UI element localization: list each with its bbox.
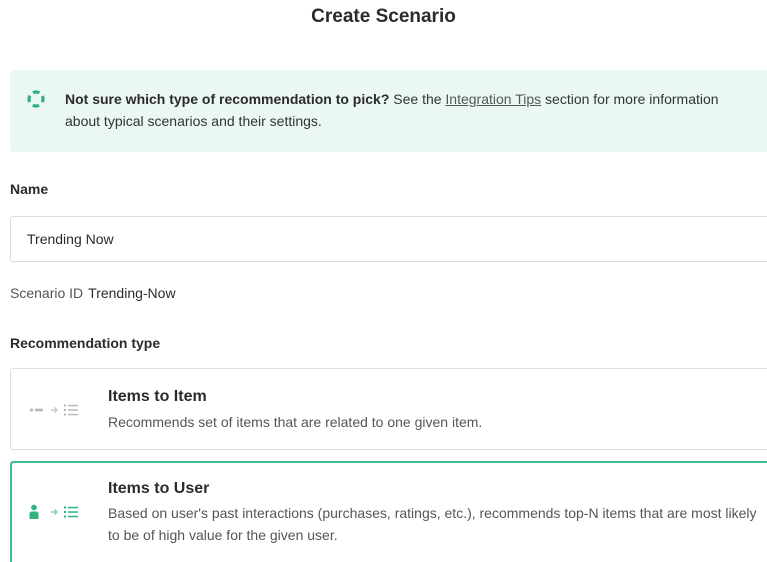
- create-scenario-page: Create Scenario Not sure which type of r…: [0, 0, 767, 562]
- card-description: Recommends set of items that are related…: [108, 414, 483, 430]
- tip-text: Not sure which type of recommendation to…: [65, 88, 755, 132]
- card-title: Items to Item: [108, 388, 207, 405]
- name-label: Name: [10, 181, 49, 197]
- tip-text-before-link: See the: [389, 91, 446, 107]
- card-description: Based on user's past interactions (purch…: [108, 505, 757, 543]
- item-to-list-icon: [29, 402, 99, 418]
- recommendation-type-items-to-user[interactable]: Items to User Based on user's past inter…: [10, 461, 767, 562]
- scenario-id-label: Scenario ID: [10, 285, 84, 301]
- tip-bold-text: Not sure which type of recommendation to…: [65, 91, 390, 107]
- user-to-list-icon: [29, 504, 99, 520]
- recommendation-type-items-to-item[interactable]: Items to Item Recommends set of items th…: [10, 368, 767, 450]
- card-title: Items to User: [108, 480, 210, 497]
- scenario-id: Scenario ID Trending-Now: [10, 285, 176, 301]
- scenario-id-value: Trending-Now: [88, 285, 176, 301]
- page-title: Create Scenario: [311, 6, 456, 27]
- integration-tips-link[interactable]: Integration Tips: [445, 91, 541, 107]
- tip-banner: Not sure which type of recommendation to…: [10, 70, 767, 152]
- recommendation-type-label: Recommendation type: [10, 335, 161, 351]
- lifebuoy-icon: [26, 89, 46, 109]
- name-input[interactable]: [10, 216, 767, 262]
